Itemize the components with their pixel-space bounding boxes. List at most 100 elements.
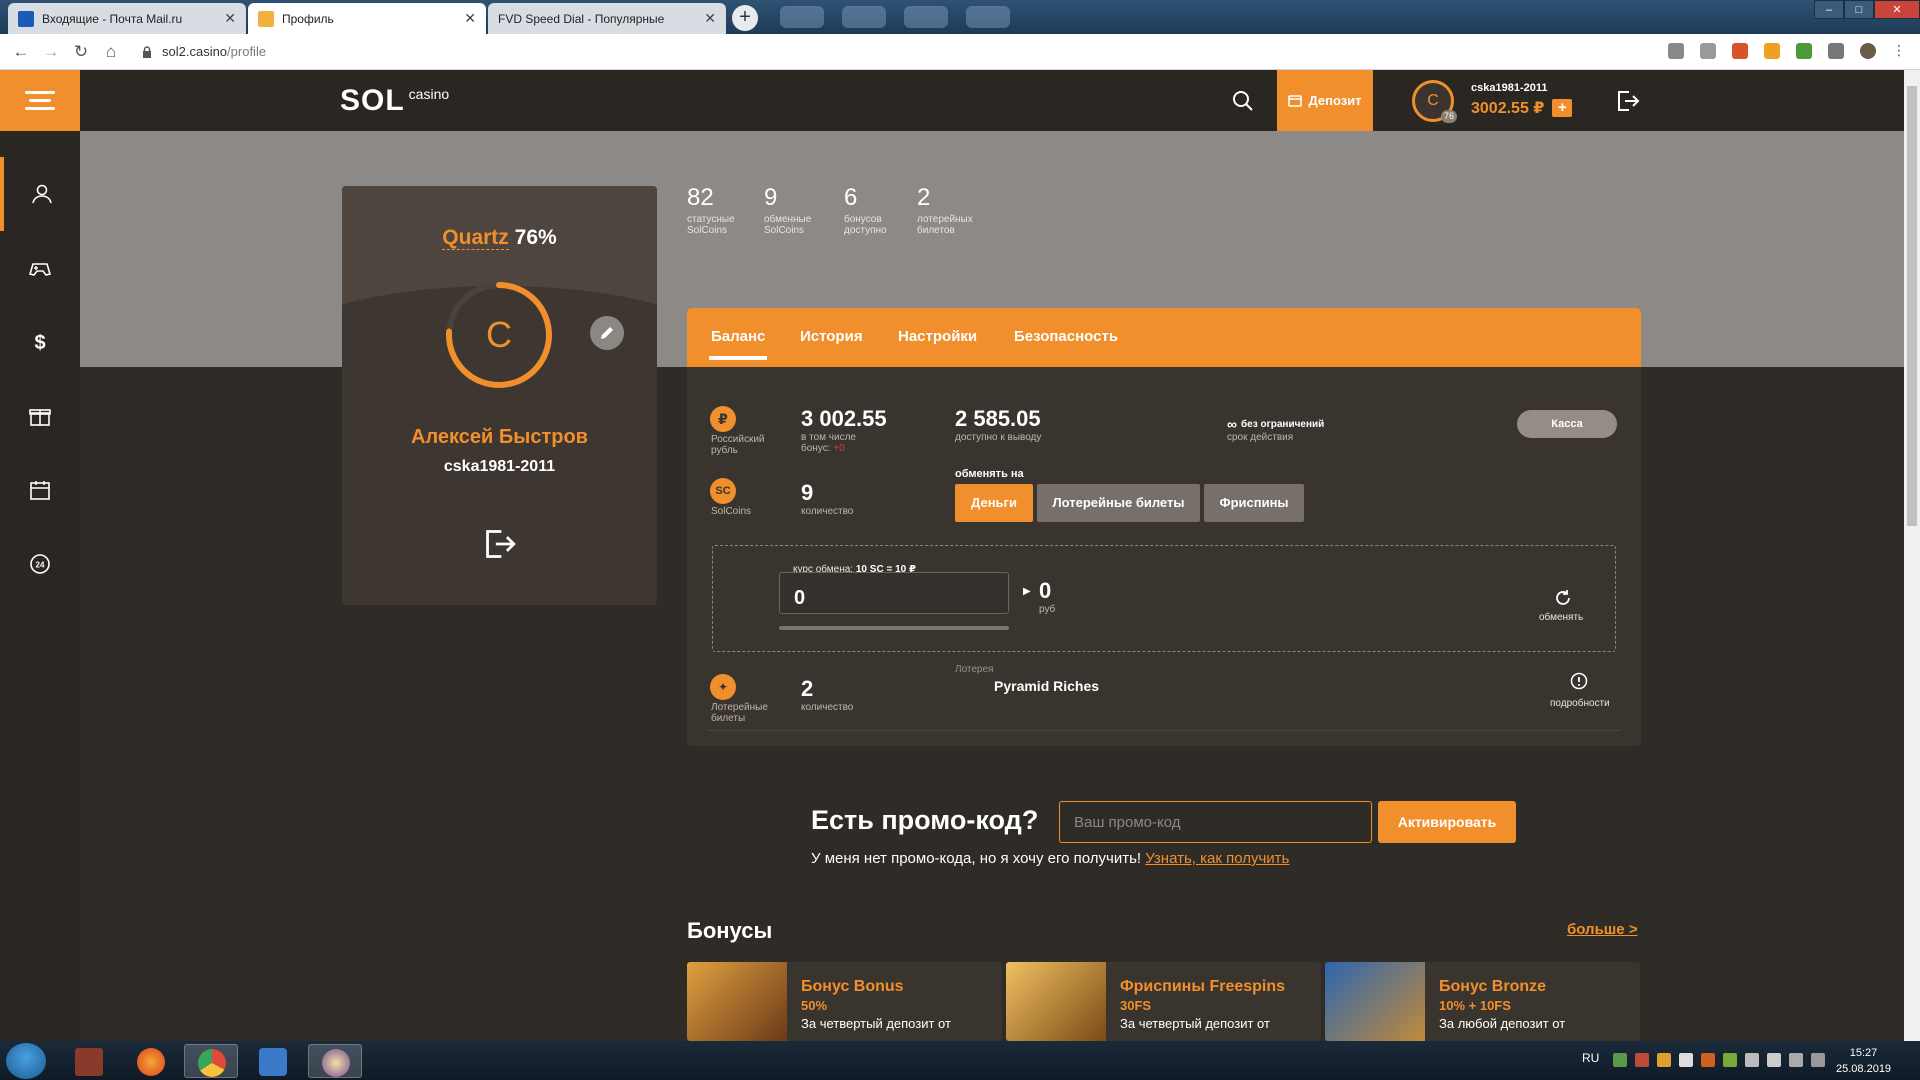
gamepad-icon xyxy=(28,263,52,276)
level-badge: 76 xyxy=(1440,110,1457,123)
edit-avatar-button[interactable] xyxy=(590,316,624,350)
taskbar-app-chrome[interactable] xyxy=(184,1044,238,1078)
exchange-button[interactable]: обменять xyxy=(1539,612,1583,623)
bonus-card[interactable]: Фриспины Freespins 30FS За четвертый деп… xyxy=(1006,962,1321,1041)
clock[interactable]: 15:27 25.08.2019 xyxy=(1836,1045,1891,1077)
star-icon[interactable] xyxy=(1700,43,1716,59)
extension-icon[interactable] xyxy=(1732,43,1748,59)
stat-exchange-coins: 9 обменные SolCoins xyxy=(764,184,834,236)
sidebar-item-calendar[interactable] xyxy=(0,453,80,527)
back-arrow-icon[interactable]: ← xyxy=(6,42,36,62)
add-funds-button[interactable]: + xyxy=(1552,99,1573,117)
tab-security[interactable]: Безопасность xyxy=(1014,328,1118,345)
tray-icon[interactable] xyxy=(1613,1053,1627,1067)
close-tab-icon[interactable]: ✕ xyxy=(224,10,236,27)
tray-icon[interactable] xyxy=(1723,1053,1737,1067)
details-link[interactable]: подробности xyxy=(1550,698,1610,709)
clock-date: 25.08.2019 xyxy=(1836,1063,1892,1075)
tab-balance[interactable]: Баланс xyxy=(708,328,768,360)
language-indicator[interactable]: RU xyxy=(1582,1051,1599,1065)
exchange-money-button[interactable]: Деньги xyxy=(955,484,1033,522)
hamburger-menu-button[interactable] xyxy=(0,70,80,131)
account-panel: Баланс История Настройки Безопасность ₽ … xyxy=(687,308,1641,746)
taskbar-app-archiver[interactable] xyxy=(62,1044,116,1078)
tab-history[interactable]: История xyxy=(800,328,863,345)
logout-icon[interactable] xyxy=(1615,88,1641,114)
bonuses-more-link[interactable]: больше > xyxy=(1567,921,1638,938)
solcoins-label: SolCoins xyxy=(711,506,752,517)
lottery-name[interactable]: Pyramid Riches xyxy=(994,678,1099,694)
volume-icon[interactable] xyxy=(1767,1053,1781,1067)
tray-icon[interactable] xyxy=(1701,1053,1715,1067)
lottery-count: 2 xyxy=(801,676,814,701)
tray-icon[interactable] xyxy=(1679,1053,1693,1067)
home-icon[interactable]: ⌂ xyxy=(96,42,126,62)
page-scrollbar[interactable] xyxy=(1904,70,1920,1041)
browser-tab-profile[interactable]: Профиль ✕ xyxy=(248,3,486,34)
sidebar-item-profile[interactable] xyxy=(0,157,80,231)
amount-slider[interactable] xyxy=(779,626,1009,630)
network-icon[interactable] xyxy=(1789,1053,1803,1067)
tray-icon[interactable] xyxy=(1745,1053,1759,1067)
shield-icon[interactable] xyxy=(1828,43,1844,59)
refresh-icon[interactable] xyxy=(1553,588,1573,608)
tab-settings[interactable]: Настройки xyxy=(898,328,977,345)
site-logo[interactable]: SOL casino xyxy=(340,84,449,118)
logout-icon[interactable] xyxy=(482,526,518,562)
reload-icon[interactable]: ↻ xyxy=(66,42,96,62)
balance-total-note: в том числе бонус: +0 xyxy=(801,432,856,454)
browser-app-icon xyxy=(322,1049,350,1077)
close-tab-icon[interactable]: ✕ xyxy=(704,10,716,27)
browser-tab-mail[interactable]: Входящие - Почта Mail.ru ✕ xyxy=(8,3,246,34)
header-username: cska1981-2011 xyxy=(1471,82,1548,94)
stat-value: 82 xyxy=(687,184,714,211)
minimize-icon[interactable]: – xyxy=(1814,0,1844,19)
validity-value: ∞ без ограничений xyxy=(1227,416,1324,432)
scrollbar-thumb[interactable] xyxy=(1907,86,1917,526)
sidebar: $ 24 xyxy=(0,131,80,1041)
key-icon[interactable] xyxy=(1668,43,1684,59)
exchange-box: курс обмена: 10 SC = 10 ₽ ▶ 0 руб обменя… xyxy=(712,545,1616,652)
calendar-icon xyxy=(30,481,50,500)
browser-tab-speeddial[interactable]: FVD Speed Dial - Популярные ✕ xyxy=(488,3,726,34)
url-host: sol2.casino xyxy=(162,44,228,59)
header-avatar[interactable]: C 76 xyxy=(1412,80,1457,123)
sidebar-item-support[interactable]: 24 xyxy=(0,527,80,601)
extension-icon[interactable] xyxy=(1764,43,1780,59)
url-field[interactable]: sol2.casino/profile xyxy=(142,44,266,59)
how-to-get-link[interactable]: Узнать, как получить xyxy=(1145,850,1289,867)
menu-dots-icon[interactable]: ⋮ xyxy=(1892,43,1908,59)
status-name[interactable]: Quartz xyxy=(442,226,509,250)
taskbar-app-firefox[interactable] xyxy=(124,1044,178,1078)
deposit-button[interactable]: Депозит xyxy=(1277,70,1373,131)
extension-icon[interactable] xyxy=(1796,43,1812,59)
bonus-card[interactable]: Бонус Bonus 50% За четвертый депозит от xyxy=(687,962,1002,1041)
bonus-image xyxy=(1325,962,1425,1041)
new-tab-button[interactable]: + xyxy=(732,5,758,31)
profile-avatar-icon[interactable] xyxy=(1860,43,1876,59)
exchange-lottery-button[interactable]: Лотерейные билеты xyxy=(1037,484,1200,522)
start-button[interactable] xyxy=(6,1043,46,1079)
tray-icon[interactable] xyxy=(1811,1053,1825,1067)
activate-promo-button[interactable]: Активировать xyxy=(1378,801,1516,843)
tray-icon[interactable] xyxy=(1635,1053,1649,1067)
taskbar-app-mail[interactable] xyxy=(246,1044,300,1078)
maximize-icon[interactable]: □ xyxy=(1844,0,1874,19)
sidebar-item-payments[interactable]: $ xyxy=(0,305,80,379)
bonus-line: бонус: +0 xyxy=(801,443,856,454)
stat-label: статусные SolCoins xyxy=(687,214,735,236)
close-tab-icon[interactable]: ✕ xyxy=(464,10,476,27)
bonus-card[interactable]: Бонус Bronze 10% + 10FS За любой депозит… xyxy=(1325,962,1640,1041)
sidebar-item-games[interactable] xyxy=(0,231,80,305)
close-window-icon[interactable]: ✕ xyxy=(1874,0,1920,19)
promo-code-input[interactable] xyxy=(1059,801,1372,843)
taskbar-app-tor[interactable] xyxy=(308,1044,362,1078)
cashier-button[interactable]: Касса xyxy=(1517,410,1617,438)
sidebar-item-bonuses[interactable] xyxy=(0,379,80,453)
exchange-freespins-button[interactable]: Фриспины xyxy=(1204,484,1304,522)
search-icon[interactable] xyxy=(1232,90,1254,112)
info-icon[interactable] xyxy=(1570,672,1588,690)
forward-arrow-icon[interactable]: → xyxy=(36,42,66,62)
tray-icon[interactable] xyxy=(1657,1053,1671,1067)
solcoins-amount-input[interactable] xyxy=(779,572,1009,614)
